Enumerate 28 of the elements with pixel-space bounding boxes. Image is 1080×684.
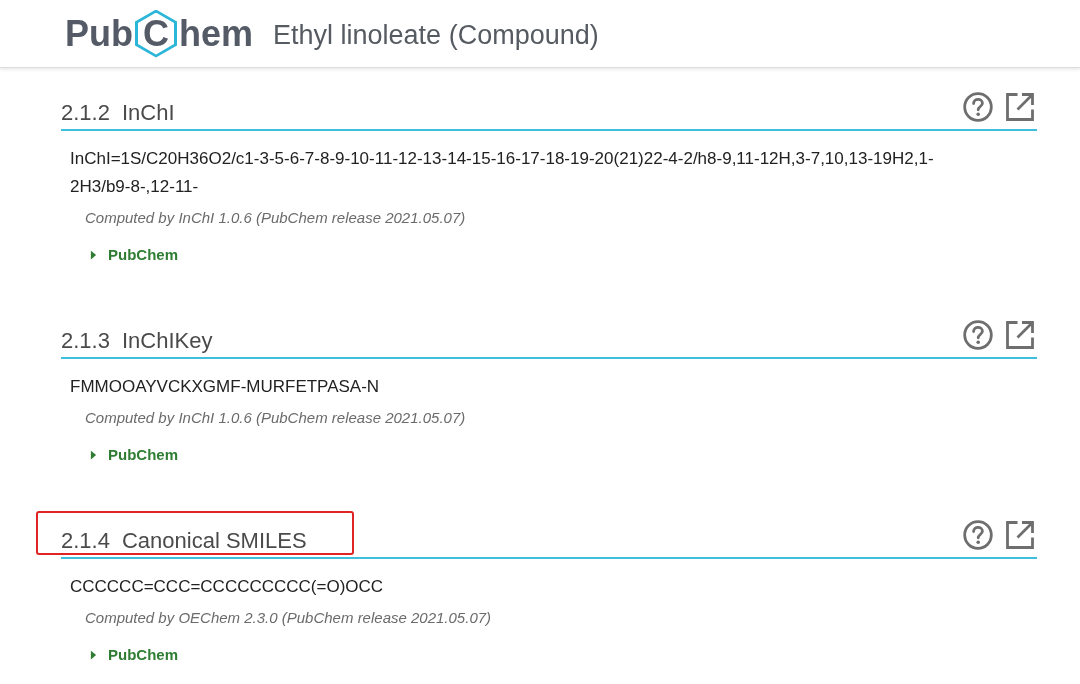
computed-note: Computed by OEChem 2.3.0 (PubChem release 2021.05.07) xyxy=(85,608,493,628)
page-title: Ethyl linoleate (Compound) xyxy=(273,18,599,52)
caret-icon[interactable] xyxy=(90,250,97,260)
identifier-value: CCCCCC=CCC=CCCCCCCCC(=O)OCC xyxy=(70,576,385,598)
section-title: Canonical SMILES xyxy=(121,527,307,555)
section-number: 2.1.3 xyxy=(61,327,110,355)
section-number: 2.1.4 xyxy=(61,527,110,555)
source-link[interactable]: PubChem xyxy=(90,643,178,667)
logo-text: Pub xyxy=(65,11,133,56)
section-title: InChIKey xyxy=(121,327,213,355)
logo-text: hem xyxy=(179,11,254,56)
external-link-icon[interactable] xyxy=(1005,320,1035,350)
computed-note: Computed by InChI 1.0.6 (PubChem release 2021.05.07) xyxy=(85,408,467,428)
identifier-value: InChI=1S/C20H36O2/c1-3-5-6-7-8-9-10-11-12-13-14-15-16-17-18-19-20(21)22-4-2/h8-9,11-12H,3-7,10,13-19H2,1-2H3/b9-8-,12-11- xyxy=(70,148,935,198)
source-link[interactable]: PubChem xyxy=(90,243,178,267)
section-number: 2.1.2 xyxy=(61,99,110,127)
external-link-icon[interactable] xyxy=(1005,520,1035,550)
external-link-icon[interactable] xyxy=(1005,92,1035,122)
caret-icon[interactable] xyxy=(90,450,97,460)
computed-note: Computed by InChI 1.0.6 (PubChem release 2021.05.07) xyxy=(85,208,467,228)
section-title: InChI xyxy=(121,99,175,127)
identifier-value: FMMOOAYVCKXGMF-MURFETPASA-N xyxy=(70,376,381,398)
logo-hexagon-letter: C xyxy=(135,9,177,58)
help-icon[interactable] xyxy=(963,520,993,550)
help-icon[interactable] xyxy=(963,320,993,350)
source-link[interactable]: PubChem xyxy=(90,443,178,467)
caret-icon[interactable] xyxy=(90,650,97,660)
help-icon[interactable] xyxy=(963,92,993,122)
